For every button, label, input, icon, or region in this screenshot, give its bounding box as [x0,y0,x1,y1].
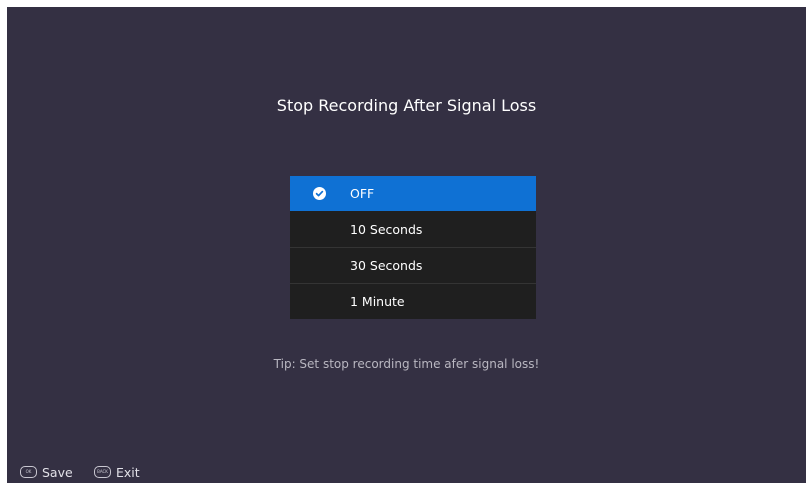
option-off[interactable]: OFF [290,176,536,211]
save-hint[interactable]: OK Save [20,464,73,480]
footer-bar: OK Save BACK Exit [7,461,806,483]
settings-screen: Stop Recording After Signal Loss OFF 10 … [7,7,806,483]
exit-label: Exit [116,464,140,480]
save-label: Save [42,464,73,480]
option-label: 1 Minute [350,294,405,309]
back-key-icon: BACK [94,466,111,478]
exit-hint[interactable]: BACK Exit [94,464,140,480]
tip-text: Tip: Set stop recording time afer signal… [273,357,540,371]
option-30-seconds[interactable]: 30 Seconds [290,248,536,283]
page-title: Stop Recording After Signal Loss [276,96,537,115]
option-10-seconds[interactable]: 10 Seconds [290,212,536,247]
option-label: 10 Seconds [350,222,423,237]
option-label: OFF [350,186,375,201]
option-1-minute[interactable]: 1 Minute [290,284,536,319]
check-circle-icon [313,187,326,200]
option-label: 30 Seconds [350,258,423,273]
option-list: OFF 10 Seconds 30 Seconds 1 Minute [290,176,536,319]
ok-key-icon: OK [20,466,37,478]
